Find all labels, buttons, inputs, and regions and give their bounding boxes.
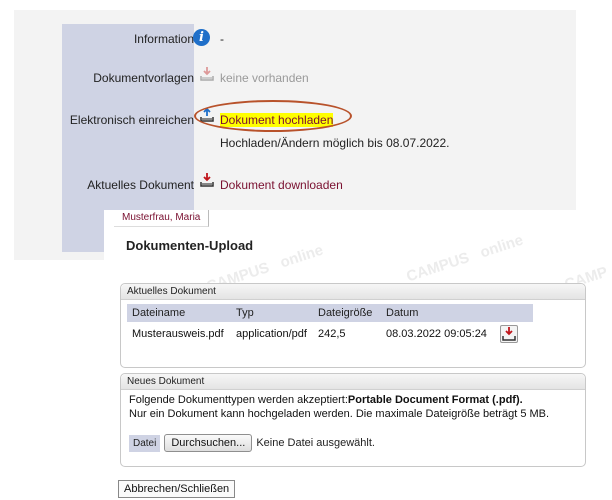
accepted-types: Portable Document Format (.pdf). (347, 394, 523, 406)
dialog-title: Dokumenten-Upload (126, 238, 254, 253)
download-button[interactable] (500, 325, 518, 343)
upload-deadline-text: Hochladen/Ändern möglich bis 08.07.2022. (220, 136, 450, 150)
filename-cell: Musterausweis.pdf (132, 328, 224, 340)
no-file-text: Keine Datei ausgewählt. (256, 437, 375, 449)
current-document-section: Aktuelles Dokument Dateiname Typ Dateigr… (120, 283, 586, 368)
tray-download-icon (502, 327, 516, 341)
accepted-types-text: Folgende Dokumenttypen werden akzeptiert… (121, 390, 585, 424)
column-header-type: Typ (231, 304, 313, 322)
current-document-table: Dateiname Typ Dateigröße Datum Musteraus… (127, 304, 533, 346)
section-heading: Aktuelles Dokument (121, 284, 585, 300)
section-heading: Neues Dokument (121, 374, 585, 390)
column-header-size: Dateigröße (313, 304, 381, 322)
upload-dialog: CAMPUS online CAMPUS online CAMP Musterf… (104, 210, 612, 500)
information-label: Information (133, 32, 194, 46)
submit-label: Elektronisch einreichen (69, 113, 194, 127)
cancel-close-button[interactable]: Abbrechen/Schließen (118, 480, 236, 498)
new-document-section: Neues Dokument Folgende Dokumenttypen we… (120, 373, 586, 467)
limit-text: Nur ein Dokument kann hochgeladen werden… (129, 408, 550, 420)
tray-download-icon[interactable] (199, 172, 215, 188)
user-tab[interactable]: Musterfrau, Maria (114, 210, 210, 227)
column-header-filename: Dateiname (127, 304, 231, 322)
accepted-prefix: Folgende Dokumenttypen werden akzeptiert… (129, 394, 348, 406)
size-cell: 242,5 (318, 328, 346, 340)
table-row: Musterausweis.pdf application/pdf 242,5 … (127, 322, 533, 346)
tray-download-icon (200, 67, 214, 81)
browse-button[interactable]: Durchsuchen... (164, 434, 253, 452)
information-value: - (220, 32, 224, 46)
download-document-link[interactable]: Dokument downloaden (220, 178, 343, 192)
file-label: Datei (129, 434, 161, 452)
column-header-action (495, 304, 533, 322)
current-document-label: Aktuelles Dokument (87, 178, 194, 192)
templates-value: keine vorhanden (220, 71, 309, 85)
watermark: CAMPUS online (404, 231, 526, 286)
type-cell: application/pdf (236, 328, 307, 340)
templates-label: Dokumentvorlagen (93, 71, 194, 85)
file-input-row: Datei Durchsuchen... Keine Datei ausgewä… (129, 434, 585, 452)
info-circle-icon[interactable]: i (193, 29, 210, 46)
annotation-ellipse (194, 100, 352, 132)
column-header-date: Datum (381, 304, 495, 322)
date-cell: 08.03.2022 09:05:24 (386, 328, 487, 340)
